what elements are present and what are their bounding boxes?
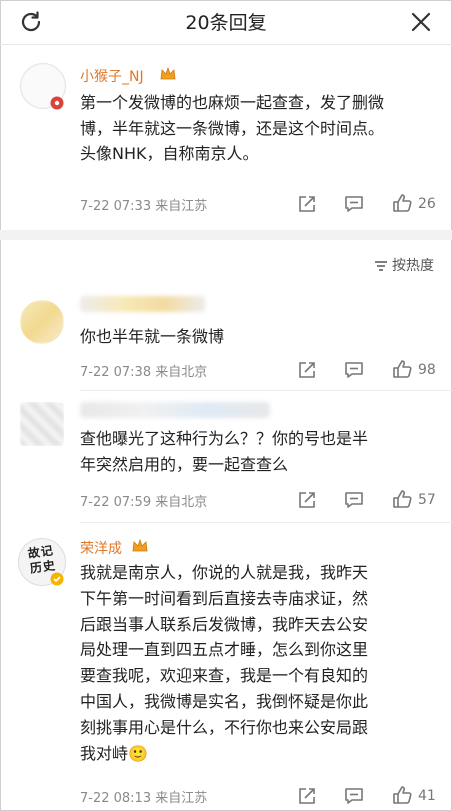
comment-line: 我就是南京人，你说的人就是我，我昨天 [80,563,369,582]
comment-text: 你也半年就一条微博 [80,324,440,350]
comment-line: 下午第一时间看到后直接去寺庙求证，然 [80,588,369,608]
sort-icon [374,261,387,271]
comment-text: 我就是南京人，你说的人就是我，我昨天 下午第一时间看到后直接去寺庙求证，然 后跟… [80,560,440,766]
verified-badge-icon [50,572,64,586]
comment-icon[interactable] [343,193,365,215]
comment-icon[interactable] [343,785,365,807]
crown-icon [160,67,176,80]
header-divider [0,44,452,45]
share-icon[interactable] [296,193,318,215]
close-icon[interactable] [408,9,434,35]
comment-line: 中国人，我微博是实名，我倒怀疑是你此 [80,691,369,711]
comment-icon[interactable] [343,359,365,381]
comment-line: 博，半年就这一条微博，还是这个时间点。 [80,118,385,138]
comment-line: 我对峙🙂 [80,743,148,763]
like-icon[interactable] [391,358,413,380]
comment-meta: 7-22 07:59 来自北京 [80,495,208,510]
avatar[interactable] [20,402,64,446]
comment-text: 查他曝光了这种行为么？？你的号也是半 年突然启用的，要一起查查么 [80,426,440,477]
blurred-username [80,296,205,312]
comment-meta: 7-22 07:38 来自北京 [80,365,208,380]
comment-meta: 7-22 07:33 来自江苏 [80,199,208,214]
reply-divider [80,522,452,523]
like-count: 26 [418,196,436,212]
comment-line: 后跟当事人联系后发微博，我昨天去公安 [80,614,369,634]
sort-button[interactable]: 按热度 [374,255,434,275]
like-icon[interactable] [391,784,413,806]
comment-line: 头像NHK，自称南京人。 [80,144,259,163]
reply-divider [80,390,452,391]
like-count: 98 [418,362,436,378]
comment-line: 你也半年就一条微博 [80,327,225,346]
comment-line: 局处理一直到四五点才睡，怎么到你这里 [80,640,369,660]
comment-line: 年突然启用的，要一起查查么 [80,454,289,474]
comment-line: 查他曝光了这种行为么？？你的号也是半 [80,429,369,448]
like-count: 57 [418,492,436,508]
sort-label: 按热度 [392,258,434,274]
avatar[interactable] [20,300,64,344]
username[interactable]: 荣洋成 [80,538,122,558]
comment-line: 要查我呢，欢迎来查，我是一个有良知的 [80,666,369,686]
share-icon[interactable] [296,489,318,511]
username[interactable]: 小猴子_NJ [80,66,144,86]
section-gap [0,230,452,240]
comment-meta: 7-22 08:13 来自江苏 [80,791,208,806]
like-count: 41 [418,788,436,804]
like-icon[interactable] [391,488,413,510]
share-icon[interactable] [296,785,318,807]
like-icon[interactable] [391,192,413,214]
comment-line: 第一个发微博的也麻烦一起查查，发了删微 [80,93,385,112]
blurred-username [80,402,270,418]
comment-text: 第一个发微博的也麻烦一起查查，发了删微 博，半年就这一条微博，还是这个时间点。 … [80,90,440,167]
page-title: 20条回复 [185,12,267,34]
comment-icon[interactable] [343,489,365,511]
crown-icon [132,539,148,552]
reply-header: 20条回复 [0,0,452,44]
region-badge-icon [50,96,64,110]
comment-line: 刻挑事用心是什么，不行你也来公安局跟 [80,717,369,737]
share-icon[interactable] [296,359,318,381]
